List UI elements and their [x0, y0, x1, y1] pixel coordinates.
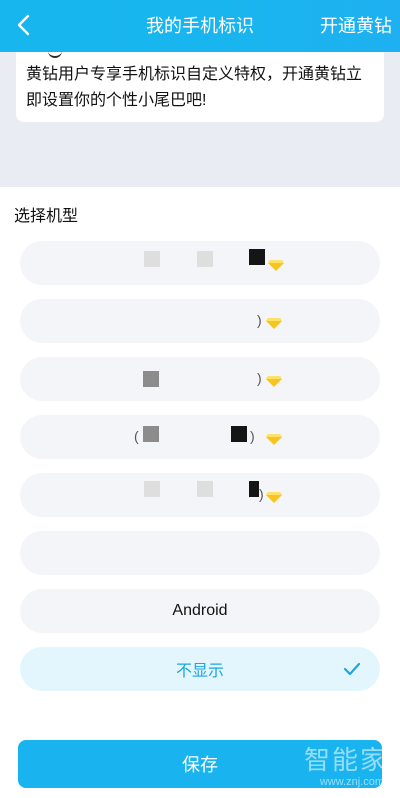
- open-yellow-diamond-link[interactable]: 开通黄钻: [320, 0, 392, 52]
- watermark-url: www.znj.com: [319, 776, 384, 788]
- option-label: 不显示: [175, 663, 224, 680]
- blurred-label-fragment: [144, 251, 160, 267]
- yellow-diamond-icon: [266, 318, 282, 329]
- yellow-diamond-icon: [266, 434, 282, 445]
- yellow-diamond-icon: [266, 376, 282, 387]
- top-bar: 我的手机标识 开通黄钻: [0, 0, 400, 52]
- notice-card: 黄钻用户专享手机标识自定义特权，开通黄钻立即设置你的个性小尾巴吧!: [16, 52, 384, 122]
- blurred-label-fragment: [249, 249, 265, 265]
- avatar-edge: [48, 48, 62, 58]
- model-option-hide[interactable]: 不显示: [20, 647, 380, 691]
- model-option-3[interactable]: ): [20, 357, 380, 401]
- blurred-label-fragment: [197, 481, 213, 497]
- notice-text: 黄钻用户专享手机标识自定义特权，开通黄钻立即设置你的个性小尾巴吧!: [26, 66, 363, 109]
- blurred-label-fragment: [249, 481, 259, 497]
- model-option-5[interactable]: ): [20, 473, 380, 517]
- model-option-2[interactable]: ): [20, 299, 380, 343]
- blurred-label-fragment: [143, 426, 159, 442]
- model-option-1[interactable]: [20, 241, 380, 285]
- blurred-label-fragment: [197, 251, 213, 267]
- watermark-logo: 智能家: [303, 746, 388, 776]
- blurred-label-fragment: [231, 426, 247, 442]
- yellow-diamond-icon: [266, 492, 282, 503]
- model-option-4[interactable]: ( ): [20, 415, 380, 459]
- blurred-label-fragment: [144, 481, 160, 497]
- model-option-android[interactable]: Android: [20, 589, 380, 633]
- model-option-6[interactable]: [20, 531, 380, 575]
- yellow-diamond-icon: [268, 260, 284, 271]
- watermark: 智能家 www.znj.com: [278, 740, 388, 796]
- section-label: 选择机型: [14, 208, 79, 225]
- blurred-label-fragment: [143, 371, 159, 387]
- checkmark-icon: [343, 662, 361, 676]
- option-label: Android: [172, 602, 228, 619]
